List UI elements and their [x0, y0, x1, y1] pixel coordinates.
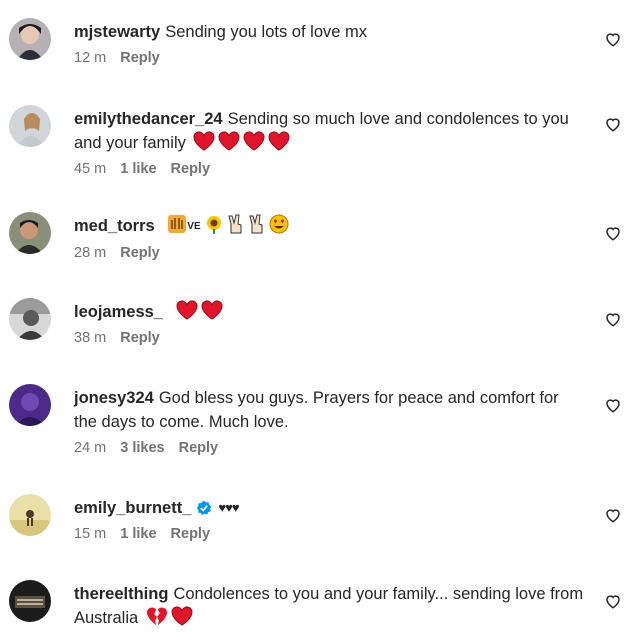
- username[interactable]: emily_burnett_: [74, 499, 191, 517]
- avatar[interactable]: [9, 212, 51, 254]
- username[interactable]: jonesy324: [74, 389, 154, 407]
- like-heart-icon[interactable]: [604, 115, 622, 133]
- red-heart-emoji-icon: [176, 300, 198, 320]
- avatar[interactable]: [9, 18, 51, 60]
- like-heart-icon[interactable]: [604, 396, 622, 414]
- red-heart-emoji-icon: [171, 606, 193, 626]
- black-hearts: ♥♥♥: [218, 500, 239, 515]
- reply-button[interactable]: Reply: [120, 330, 160, 346]
- username[interactable]: med_torrs: [74, 217, 155, 235]
- heart-eyes-emoji-icon: [269, 214, 289, 234]
- sunflower-emoji-icon: [206, 216, 221, 234]
- username[interactable]: thereelthing: [74, 585, 168, 603]
- reply-button[interactable]: Reply: [120, 245, 160, 261]
- red-heart-emoji-icon: [201, 300, 223, 320]
- emoji-letters: VE: [187, 221, 201, 232]
- comment-time: 24 m: [74, 440, 107, 456]
- like-heart-icon[interactable]: [604, 30, 622, 48]
- victory-hand-emoji-icon: [249, 214, 263, 234]
- reply-button[interactable]: Reply: [120, 50, 160, 66]
- broken-heart-emoji-icon: [146, 607, 167, 626]
- comment-time: 38 m: [74, 330, 107, 346]
- comment-time: 45 m: [74, 161, 107, 177]
- avatar[interactable]: [9, 384, 51, 426]
- like-count[interactable]: 1 like: [120, 161, 156, 177]
- heart-emojis: [143, 606, 193, 627]
- reply-button[interactable]: Reply: [171, 526, 211, 542]
- red-heart-emoji-icon: [269, 131, 290, 151]
- avatar[interactable]: [9, 494, 51, 536]
- username[interactable]: mjstewarty: [74, 23, 160, 41]
- reply-button[interactable]: Reply: [171, 161, 211, 177]
- heart-emojis: [173, 300, 223, 321]
- comment-time: 12 m: [74, 50, 107, 66]
- comment-time: 28 m: [74, 245, 107, 261]
- comment-text: Sending you lots of love mx: [165, 23, 367, 41]
- like-heart-icon[interactable]: [604, 506, 622, 524]
- like-count[interactable]: 1 like: [120, 526, 156, 542]
- avatar[interactable]: [9, 298, 51, 340]
- reply-button[interactable]: Reply: [179, 440, 219, 456]
- like-heart-icon[interactable]: [604, 592, 622, 610]
- red-heart-emoji-icon: [194, 131, 215, 151]
- username[interactable]: leojamess_: [74, 303, 163, 321]
- avatar[interactable]: [9, 105, 51, 147]
- emoji-sequence: VE: [164, 214, 289, 235]
- heart-emojis: [190, 131, 290, 152]
- comment-time: 15 m: [74, 526, 107, 542]
- avatar[interactable]: [9, 580, 51, 622]
- red-heart-emoji-icon: [244, 131, 265, 151]
- raised-hands-emoji-icon: [168, 215, 187, 233]
- username[interactable]: emilythedancer_24: [74, 110, 223, 128]
- like-count[interactable]: 3 likes: [120, 440, 164, 456]
- like-heart-icon[interactable]: [604, 224, 622, 242]
- victory-hand-emoji-icon: [228, 214, 242, 234]
- red-heart-emoji-icon: [219, 131, 240, 151]
- like-heart-icon[interactable]: [604, 310, 622, 328]
- verified-badge-icon: [197, 500, 212, 516]
